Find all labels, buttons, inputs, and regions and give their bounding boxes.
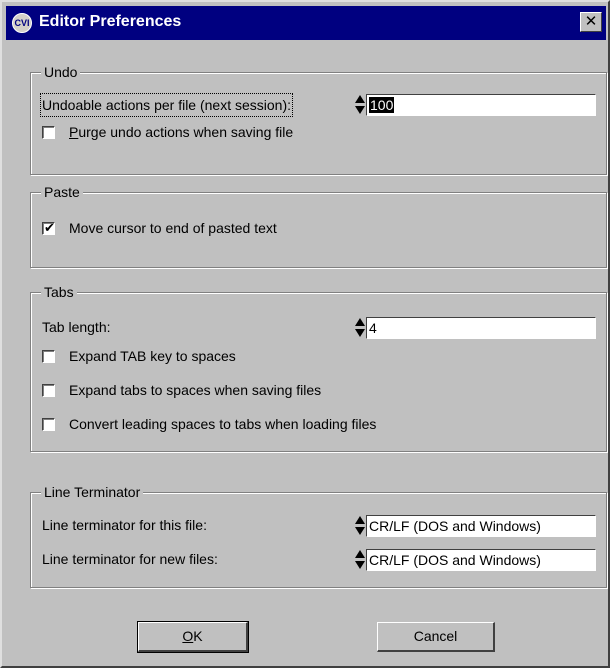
dialog-title: Editor Preferences	[39, 13, 182, 30]
line-terminator-group: Line Terminator	[30, 483, 607, 588]
tabs-group-legend: Tabs	[41, 283, 77, 301]
cvi-app-icon: CVI	[12, 13, 32, 33]
convert-spaces-label[interactable]: Convert leading spaces to tabs when load…	[69, 414, 376, 434]
spinner-up-icon[interactable]	[355, 318, 365, 326]
undoable-actions-spinner[interactable]	[354, 94, 366, 116]
close-icon[interactable]: ✕	[580, 12, 602, 32]
this-file-terminator-select[interactable]: CR/LF (DOS and Windows)	[366, 515, 596, 537]
expand-tab-key-label[interactable]: Expand TAB key to spaces	[69, 346, 236, 366]
new-files-terminator-select[interactable]: CR/LF (DOS and Windows)	[366, 549, 596, 571]
new-files-terminator-label: Line terminator for new files:	[42, 551, 218, 567]
undoable-actions-input[interactable]: 100	[366, 94, 596, 116]
ok-label-rest: K	[193, 628, 203, 644]
tab-length-label: Tab length:	[42, 319, 111, 335]
spinner-down-icon[interactable]	[355, 561, 365, 569]
expand-tabs-saving-label[interactable]: Expand tabs to spaces when saving files	[69, 380, 321, 400]
this-file-terminator-label: Line terminator for this file:	[42, 517, 207, 533]
expand-tab-key-checkbox[interactable]	[42, 350, 55, 363]
tab-length-input[interactable]: 4	[366, 317, 596, 339]
cancel-button[interactable]: Cancel	[377, 622, 495, 652]
spinner-up-icon[interactable]	[355, 95, 365, 103]
spinner-down-icon[interactable]	[355, 329, 365, 337]
undoable-actions-value: 100	[369, 97, 395, 113]
purge-undo-label[interactable]: Purge undo actions when saving file	[69, 122, 293, 142]
ok-button[interactable]: OK	[137, 621, 249, 653]
editor-preferences-dialog: CVI Editor Preferences ✕ Undo Undoable a…	[0, 0, 610, 668]
spinner-down-icon[interactable]	[355, 527, 365, 535]
expand-tabs-saving-checkbox[interactable]	[42, 384, 55, 397]
tab-length-spinner[interactable]	[354, 317, 366, 339]
move-cursor-label[interactable]: Move cursor to end of pasted text	[69, 218, 277, 238]
line-terminator-legend: Line Terminator	[41, 483, 144, 501]
undoable-actions-label: Undoable actions per file (next session)…	[40, 93, 294, 117]
ok-mnemonic: O	[182, 628, 194, 644]
new-files-terminator-spinner[interactable]	[354, 549, 366, 571]
spinner-down-icon[interactable]	[355, 106, 365, 114]
convert-spaces-checkbox[interactable]	[42, 418, 55, 431]
purge-undo-label-rest: urge undo actions when saving file	[78, 124, 294, 140]
purge-undo-checkbox[interactable]	[42, 126, 55, 139]
undo-group-legend: Undo	[41, 63, 81, 81]
paste-group-legend: Paste	[41, 183, 83, 201]
spinner-up-icon[interactable]	[355, 550, 365, 558]
spinner-up-icon[interactable]	[355, 516, 365, 524]
checkmark-icon: ✔	[44, 220, 55, 235]
purge-undo-mnemonic: P	[69, 124, 79, 140]
this-file-terminator-spinner[interactable]	[354, 515, 366, 537]
title-bar[interactable]: CVI Editor Preferences ✕	[6, 6, 606, 40]
move-cursor-checkbox[interactable]: ✔	[42, 220, 55, 235]
